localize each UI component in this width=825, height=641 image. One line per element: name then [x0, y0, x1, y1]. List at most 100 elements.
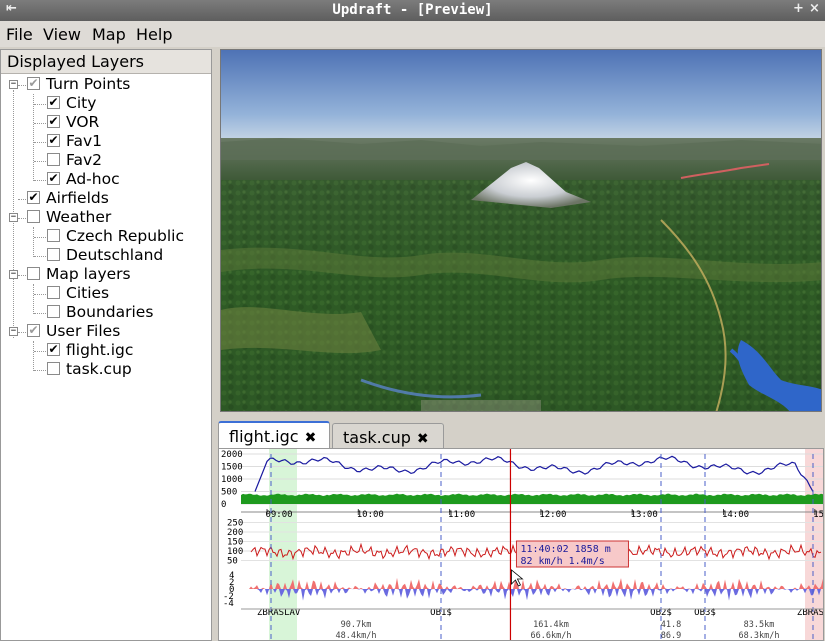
layer-task-cup[interactable]: task.cup — [47, 360, 132, 379]
layer-label: Map layers — [46, 265, 131, 283]
collapse-icon[interactable]: − — [9, 213, 18, 222]
layer-checkbox[interactable] — [47, 343, 60, 356]
layer-turn-points[interactable]: Turn Points — [27, 75, 130, 94]
tab-task-cup[interactable]: task.cup ✖ — [332, 423, 444, 449]
speed-tick-label: 150 — [227, 538, 243, 548]
layer-boundaries[interactable]: Boundaries — [47, 303, 153, 322]
layer-cities[interactable]: Cities — [47, 284, 109, 303]
layer-checkbox[interactable] — [47, 286, 60, 299]
layer-checkbox[interactable] — [47, 134, 60, 147]
tree-line — [34, 237, 46, 238]
speed-tick-label: 100 — [227, 547, 243, 557]
collapse-icon[interactable]: − — [9, 270, 18, 279]
layer-label: VOR — [66, 113, 100, 131]
leg-distance-label: 90.7km — [341, 620, 372, 630]
layer-flight-igc[interactable]: flight.igc — [47, 341, 133, 360]
tree-line — [33, 284, 34, 314]
layer-checkbox[interactable] — [47, 305, 60, 318]
layer-checkbox[interactable] — [47, 362, 60, 375]
window-title: Updraft - [Preview] — [332, 2, 493, 18]
tree-line — [18, 332, 26, 333]
layer-ad-hoc[interactable]: Ad-hoc — [47, 170, 120, 189]
menu-help[interactable]: Help — [136, 25, 172, 44]
layer-label: Turn Points — [46, 75, 131, 93]
layer-checkbox[interactable] — [47, 153, 60, 166]
close-icon[interactable]: × — [809, 1, 820, 16]
layer-label: Fav2 — [66, 151, 103, 169]
time-tick-label: 13:00 — [631, 510, 658, 520]
layer-checkbox[interactable] — [27, 191, 40, 204]
tree-line — [34, 161, 46, 162]
layer-checkbox[interactable] — [47, 248, 60, 261]
tab-label: task.cup — [343, 428, 411, 447]
layer-checkbox[interactable] — [47, 172, 60, 185]
altitude-tick-label: 0 — [221, 500, 226, 510]
tab-flight-igc[interactable]: flight.igc ✖ — [218, 421, 330, 449]
time-tick-label: 14:00 — [722, 510, 749, 520]
terrain-render — [221, 50, 821, 411]
layer-checkbox[interactable] — [47, 115, 60, 128]
cursor-info-line2: 82 km/h 1.4m/s — [520, 556, 604, 567]
flight-chart[interactable]: 2000 1500 1000 500 0 09:00 10:00 11:00 12:00 13:0… — [218, 448, 824, 641]
time-tick-label: 10:00 — [357, 510, 384, 520]
altitude-trace — [254, 455, 814, 492]
vario-sink-area — [249, 589, 823, 601]
leg-distance-label: 83.5km — [744, 620, 775, 630]
layer-label: Ad-hoc — [66, 170, 120, 188]
mouse-pointer-icon — [511, 569, 524, 587]
layer-fav2[interactable]: Fav2 — [47, 151, 102, 170]
tree-line — [33, 94, 34, 181]
layer-label: task.cup — [66, 360, 132, 378]
layer-airfields[interactable]: Airfields — [27, 189, 109, 208]
layer-label: User Files — [46, 322, 121, 340]
layer-city[interactable]: City — [47, 94, 96, 113]
layer-label: Weather — [46, 208, 112, 226]
layer-checkbox[interactable] — [27, 324, 40, 337]
layer-deutschland[interactable]: Deutschland — [47, 246, 163, 265]
layer-label: Boundaries — [66, 303, 154, 321]
tree-line — [18, 85, 26, 86]
tree-line — [18, 199, 26, 200]
layer-checkbox[interactable] — [27, 77, 40, 90]
layer-checkbox[interactable] — [27, 267, 40, 280]
speed-tick-label: 250 — [227, 519, 243, 529]
layer-checkbox[interactable] — [47, 96, 60, 109]
plus-icon[interactable]: + — [793, 1, 804, 16]
menu-bar: File View Map Help — [0, 21, 825, 47]
title-bar: ⇤ Updraft - [Preview] + × — [0, 0, 825, 21]
layer-czech-republic[interactable]: Czech Republic — [47, 227, 184, 246]
layer-fav1[interactable]: Fav1 — [47, 132, 102, 151]
layer-checkbox[interactable] — [47, 229, 60, 242]
layer-label: Fav1 — [66, 132, 103, 150]
vario-climb-area — [249, 577, 823, 589]
collapse-icon[interactable]: − — [9, 80, 18, 89]
tree-line — [34, 351, 46, 352]
menu-file[interactable]: File — [6, 25, 33, 44]
tree-line — [34, 180, 46, 181]
leg-speed-label: 48.4km/h — [336, 631, 377, 641]
layers-tree: Turn Points − CityVORFav1Fav2Ad-hocAirfiel… — [1, 75, 211, 635]
altitude-tick-label: 2000 — [221, 450, 243, 460]
layer-user-files[interactable]: User Files — [27, 322, 120, 341]
layer-checkbox[interactable] — [27, 210, 40, 223]
cursor-info-line1: 11:40:02 1858 m — [520, 544, 610, 555]
menu-map[interactable]: Map — [92, 25, 126, 44]
layer-vor[interactable]: VOR — [47, 113, 99, 132]
layer-label: City — [66, 94, 97, 112]
speed-tick-label: 50 — [227, 557, 238, 567]
tree-line — [34, 370, 46, 371]
leg-speed-label: 68.3km/h — [739, 631, 780, 641]
collapse-icon[interactable]: − — [9, 327, 18, 336]
time-tick-label: 11:00 — [448, 510, 475, 520]
altitude-tick-label: 1000 — [221, 475, 243, 485]
layer-map-layers[interactable]: Map layers — [27, 265, 131, 284]
layer-weather[interactable]: Weather — [27, 208, 111, 227]
leg-distance-label: 41.8 — [661, 620, 681, 630]
terrain-3d-view[interactable] — [220, 49, 822, 412]
altitude-tick-label: 1500 — [221, 463, 243, 473]
close-tab-icon[interactable]: ✖ — [417, 431, 429, 447]
menu-view[interactable]: View — [43, 25, 81, 44]
close-tab-icon[interactable]: ✖ — [305, 430, 317, 446]
time-tick-label: 09:00 — [265, 510, 292, 520]
file-tabs: flight.igc ✖ task.cup ✖ — [218, 421, 824, 449]
